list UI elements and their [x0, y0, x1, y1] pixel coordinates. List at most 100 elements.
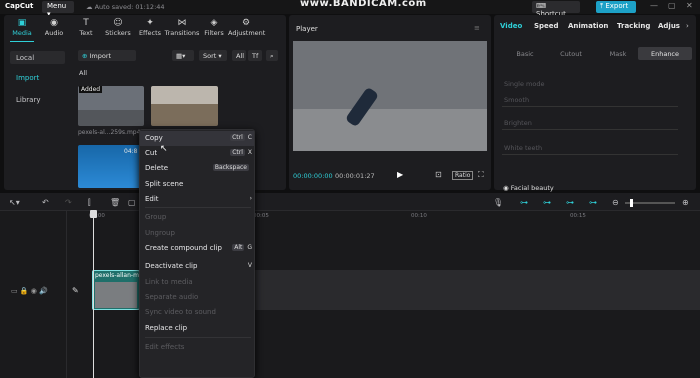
- tab-media[interactable]: ▣ Media: [4, 18, 40, 40]
- tab-transitions[interactable]: ⋈ Transitions: [164, 18, 200, 40]
- preview-axis-icon[interactable]: ⊶: [589, 198, 597, 207]
- tab-tracking[interactable]: Tracking: [617, 22, 650, 30]
- fullscreen-icon[interactable]: ⛶: [478, 170, 484, 180]
- menu-item-label: Delete: [145, 164, 168, 172]
- sidebar-item-library[interactable]: Library: [10, 93, 65, 106]
- shortcut-hint: ›: [250, 195, 252, 202]
- playhead[interactable]: [93, 211, 94, 378]
- tab-filters[interactable]: ◈ Filters: [196, 18, 232, 40]
- property-row[interactable]: Brighten: [504, 119, 532, 127]
- eye-icon[interactable]: ◉: [31, 287, 39, 295]
- transition-icon: ⋈: [177, 18, 187, 28]
- property-slider[interactable]: [502, 106, 678, 107]
- tab-speed[interactable]: Speed: [534, 22, 559, 30]
- menu-item-delete[interactable]: Delete Backspace: [140, 161, 254, 176]
- minimize-icon[interactable]: —: [650, 1, 658, 10]
- segment-mask[interactable]: Mask: [591, 47, 645, 60]
- microphone-icon[interactable]: 🎙: [493, 198, 503, 207]
- tab-video[interactable]: Video: [500, 22, 522, 30]
- sidebar-item-local[interactable]: Local: [10, 51, 65, 64]
- property-row[interactable]: White teeth: [504, 144, 542, 152]
- segment-cutout[interactable]: Cutout: [544, 47, 598, 60]
- property-row[interactable]: Single mode: [504, 80, 544, 88]
- menu-lines-icon[interactable]: ≡: [474, 24, 480, 32]
- redo-icon[interactable]: ↷: [65, 198, 72, 207]
- property-slider[interactable]: [502, 154, 678, 155]
- timeline-clip[interactable]: pexels-allan-m: [92, 270, 140, 310]
- tab-text[interactable]: T Text: [68, 18, 104, 40]
- import-button[interactable]: ⊕ Import: [78, 50, 136, 61]
- shortcut-hint: Ctrl X: [230, 149, 252, 156]
- segment-enhance[interactable]: Enhance: [638, 47, 692, 60]
- menu-item-replace-clip[interactable]: Replace clip: [140, 321, 254, 336]
- close-icon[interactable]: ✕: [686, 1, 693, 10]
- split-icon[interactable]: ⫿: [88, 198, 91, 208]
- export-button[interactable]: ⤒ Export: [596, 1, 636, 13]
- media-filename: pexels-al...259s.mp4: [78, 129, 141, 136]
- player-title: Player: [296, 25, 318, 33]
- tab-stickers[interactable]: ☺ Stickers: [100, 18, 136, 40]
- modifier-key: Ctrl: [230, 149, 245, 156]
- modifier-key: Ctrl: [230, 134, 245, 141]
- property-slider[interactable]: [502, 129, 678, 130]
- menu-item-cut[interactable]: Cut Ctrl X: [140, 146, 254, 161]
- snap-icon[interactable]: ⊶: [566, 198, 574, 207]
- speaker-icon[interactable]: 🔊: [39, 287, 48, 295]
- cover-icon[interactable]: ▭: [11, 287, 20, 295]
- ratio-button[interactable]: Ratio: [452, 171, 474, 180]
- menu-item-deactivate-clip[interactable]: Deactivate clip V: [140, 259, 254, 274]
- sort-button[interactable]: Sort ▾: [199, 50, 227, 61]
- tab-audio[interactable]: ◉ Audio: [36, 18, 72, 40]
- menu-item-link-to-media: Link to media: [140, 275, 254, 290]
- undo-icon[interactable]: ↶: [42, 198, 49, 207]
- menu-item-copy[interactable]: Copy Ctrl C: [140, 131, 254, 146]
- link-icon[interactable]: ⊶: [520, 198, 528, 207]
- maximize-icon[interactable]: ▢: [668, 1, 676, 10]
- tab-adjus[interactable]: Adjus: [658, 22, 680, 30]
- tab-animation[interactable]: Animation: [568, 22, 608, 30]
- crop-icon[interactable]: ⊡: [435, 170, 442, 179]
- play-icon[interactable]: ▶: [397, 170, 403, 179]
- modifier-key: Backspace: [212, 164, 249, 171]
- delete-icon[interactable]: 🗑: [110, 198, 120, 207]
- sticker-icon: ☺: [113, 18, 123, 28]
- lock-icon[interactable]: 🔒: [20, 287, 31, 295]
- menu-item-label: Copy: [145, 134, 163, 142]
- crop-clip-icon[interactable]: ▢: [128, 198, 136, 207]
- zoom-slider[interactable]: [625, 199, 675, 207]
- facial-beauty-section[interactable]: ◉ Facial beauty: [503, 184, 554, 192]
- zoom-out-icon[interactable]: ⊖: [612, 198, 619, 207]
- tab-label: Text: [79, 29, 93, 37]
- view-toggle-icon[interactable]: ▦▾: [172, 50, 194, 61]
- magnet-icon[interactable]: ⊶: [543, 198, 551, 207]
- chevron-right-icon[interactable]: ›: [686, 22, 689, 30]
- tab-adjustment[interactable]: ⚙ Adjustment: [228, 18, 265, 40]
- sidebar-item-import[interactable]: Import: [10, 71, 65, 84]
- filter-all-button[interactable]: All: [232, 50, 246, 61]
- sidebar-label: Import: [16, 74, 40, 82]
- menu-item-sync-video-to-sound: Sync video to sound: [140, 305, 254, 320]
- select-tool-icon[interactable]: ↖▾: [9, 198, 20, 207]
- key-label: V: [247, 262, 252, 269]
- media-thumbnail[interactable]: Added: [78, 86, 144, 126]
- menu-item-create-compound-clip[interactable]: Create compound clip Alt G: [140, 241, 254, 256]
- menu-label: Menu: [47, 2, 67, 10]
- zoom-in-icon[interactable]: ⊕: [682, 198, 689, 207]
- menu-item-edit[interactable]: Edit ›: [140, 192, 254, 207]
- property-row[interactable]: Smooth: [504, 96, 529, 104]
- text-filter-icon[interactable]: Tf: [248, 50, 262, 61]
- menu-item-label: Separate audio: [145, 293, 199, 301]
- pencil-icon[interactable]: ✎: [72, 286, 79, 295]
- search-icon[interactable]: ⌕: [266, 50, 278, 61]
- added-badge: Added: [79, 86, 103, 93]
- menu-item-label: Sync video to sound: [145, 308, 216, 316]
- playhead-handle[interactable]: [90, 210, 97, 218]
- menu-item-split-scene[interactable]: Split scene: [140, 177, 254, 192]
- menu-item-label: Edit: [145, 195, 159, 203]
- shortcut-hint: Backspace: [212, 164, 252, 171]
- tab-effects[interactable]: ✦ Effects: [132, 18, 168, 40]
- media-thumbnail[interactable]: [151, 86, 218, 126]
- shortcut-button[interactable]: ⌨ Shortcut: [532, 1, 580, 18]
- menu-button[interactable]: Menu ▾: [42, 1, 74, 18]
- menu-item-edit-effects: Edit effects: [140, 340, 254, 355]
